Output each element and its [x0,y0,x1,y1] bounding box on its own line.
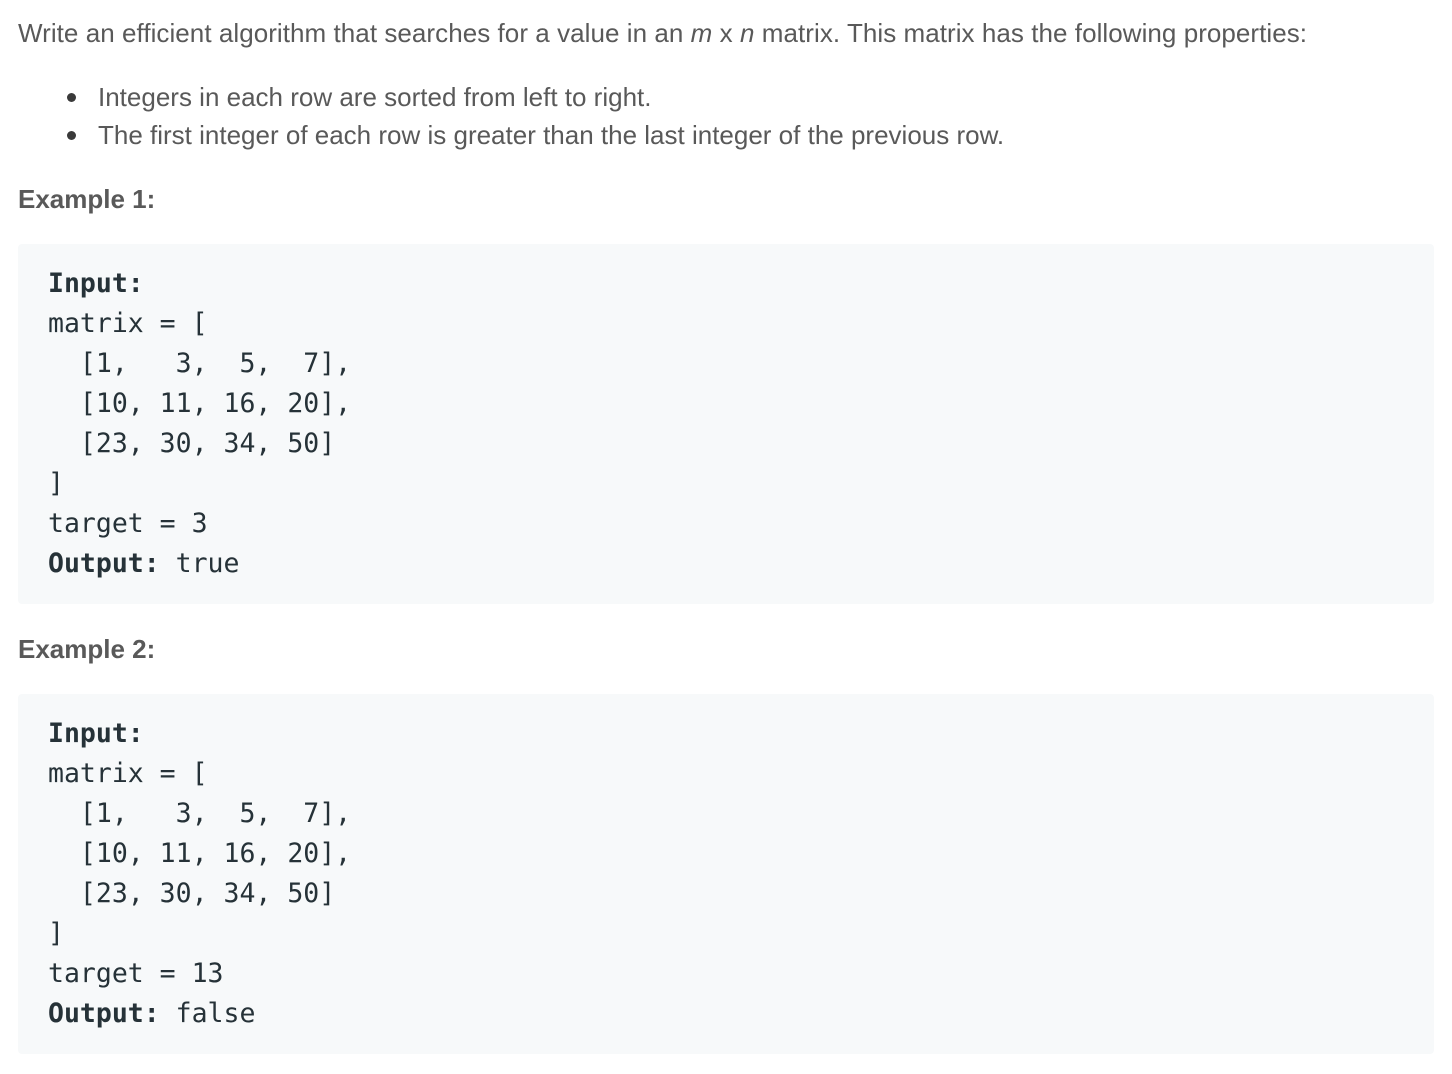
property-text: The first integer of each row is greater… [98,120,1005,150]
example-1-code: Input: matrix = [ [1, 3, 5, 7], [10, 11,… [48,264,351,584]
output-label: Output: [48,548,160,579]
example-1-heading: Example 1: [18,184,156,214]
statement-var-n: n [740,18,755,48]
statement-text-end: matrix. This matrix has the following pr… [754,18,1308,48]
bullet-dot-icon [67,131,76,140]
example-2-code: Input: matrix = [ [1, 3, 5, 7], [10, 11,… [48,714,351,1034]
property-item: Integers in each row are sorted from lef… [18,78,1004,116]
code-line: [23, 30, 34, 50] [48,878,336,909]
code-line: [1, 3, 5, 7], [48,798,352,829]
statement-text-x: x [712,18,740,48]
code-line: [1, 3, 5, 7], [48,348,352,379]
output-value: true [159,548,240,579]
problem-statement: Write an efficient algorithm that search… [18,14,1307,52]
code-line: matrix = [ [48,308,208,339]
code-line: matrix = [ [48,758,208,789]
code-line: ] [48,468,64,499]
code-line: target = 13 [48,958,224,989]
output-label: Output: [48,998,160,1029]
properties-list: Integers in each row are sorted from lef… [18,78,1004,154]
example-2-code-block: Input: matrix = [ [1, 3, 5, 7], [10, 11,… [18,694,1434,1054]
code-line: target = 3 [48,508,208,539]
property-text: Integers in each row are sorted from lef… [98,82,652,112]
example-1-code-block: Input: matrix = [ [1, 3, 5, 7], [10, 11,… [18,244,1434,604]
code-line: ] [48,918,64,949]
input-label: Input: [48,268,144,299]
code-line: [10, 11, 16, 20], [48,388,352,419]
code-line: [10, 11, 16, 20], [48,838,352,869]
statement-var-m: m [690,18,713,48]
output-value: false [159,998,256,1029]
example-2-heading: Example 2: [18,634,156,664]
code-line: [23, 30, 34, 50] [48,428,336,459]
bullet-dot-icon [67,93,76,102]
statement-text-start: Write an efficient algorithm that search… [18,18,691,48]
property-item: The first integer of each row is greater… [18,116,1004,154]
input-label: Input: [48,718,144,749]
